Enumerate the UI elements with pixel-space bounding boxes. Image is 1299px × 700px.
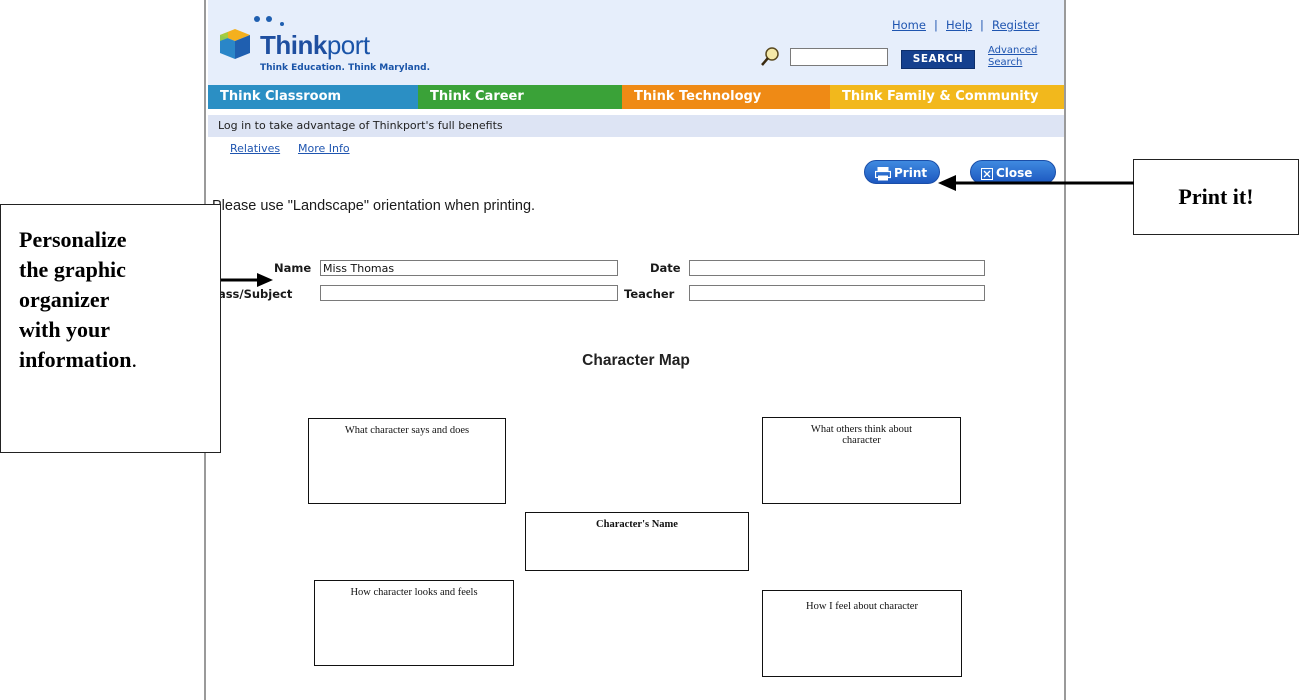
box-label: What others think about character — [810, 424, 913, 446]
callout-line: with your — [19, 317, 111, 342]
others-think-box[interactable]: What others think about character — [762, 417, 961, 504]
orientation-note: Please use "Landscape" orientation when … — [212, 198, 536, 214]
home-link[interactable]: Home — [892, 18, 926, 32]
print-label: Print — [894, 166, 928, 180]
tab-think-classroom[interactable]: Think Classroom — [208, 85, 418, 109]
site-header: Thinkport Think Education. Think Marylan… — [208, 0, 1064, 85]
logo-wordmark[interactable]: Thinkport — [260, 30, 370, 61]
search-input[interactable] — [790, 48, 888, 66]
search-icon — [761, 47, 779, 66]
callout-line: information — [19, 347, 132, 372]
box-label: Character's Name — [596, 519, 678, 530]
print-it-callout: Print it! — [1133, 159, 1299, 235]
register-link[interactable]: Register — [992, 18, 1039, 32]
relatives-link[interactable]: Relatives — [230, 142, 280, 155]
print-button[interactable]: Print — [864, 160, 940, 184]
tab-think-career[interactable]: Think Career — [418, 85, 622, 109]
date-label: Date — [650, 261, 681, 275]
name-field[interactable]: Miss Thomas — [320, 260, 618, 276]
looks-and-feels-box[interactable]: How character looks and feels — [314, 580, 514, 666]
logo-tagline: Think Education. Think Maryland. — [260, 63, 431, 73]
box-label: How character looks and feels — [350, 587, 478, 598]
tab-think-family-community[interactable]: Think Family & Community — [830, 85, 1064, 109]
link-separator: | — [934, 18, 938, 32]
tab-think-technology[interactable]: Think Technology — [622, 85, 830, 109]
advanced-search-link-line2[interactable]: Search — [988, 57, 1022, 68]
teacher-label: Teacher — [624, 287, 675, 301]
teacher-field[interactable] — [689, 285, 985, 301]
box-label: How I feel about character — [806, 601, 918, 612]
class-subject-label: lass/Subject — [214, 287, 293, 301]
i-feel-box[interactable]: How I feel about character — [762, 590, 962, 677]
advanced-search-link[interactable]: Advanced — [988, 45, 1037, 56]
character-name-box[interactable]: Character's Name — [525, 512, 749, 571]
says-and-does-box[interactable]: What character says and does — [308, 418, 506, 504]
logo-dots — [238, 8, 298, 28]
date-field[interactable] — [689, 260, 985, 276]
logo-cube-icon — [220, 29, 250, 59]
printer-icon — [875, 166, 891, 180]
callout-line: the graphic — [19, 257, 126, 282]
personalize-arrow — [221, 273, 273, 287]
more-info-link[interactable]: More Info — [298, 142, 350, 155]
callout-line: organizer — [19, 287, 110, 312]
box-label: What character says and does — [344, 425, 470, 436]
character-map-title: Character Map — [582, 352, 690, 369]
callout-line: Personalize — [19, 227, 127, 252]
login-prompt-bar: Log in to take advantage of Thinkport's … — [208, 115, 1064, 137]
link-separator: | — [980, 18, 984, 32]
personalize-callout: Personalize the graphic organizer with y… — [0, 204, 221, 453]
class-subject-field[interactable] — [320, 285, 618, 301]
help-link[interactable]: Help — [946, 18, 972, 32]
print-arrow — [938, 175, 1134, 191]
search-button[interactable]: SEARCH — [901, 50, 975, 69]
name-label: Name — [274, 261, 312, 275]
callout-period: . — [131, 347, 137, 372]
